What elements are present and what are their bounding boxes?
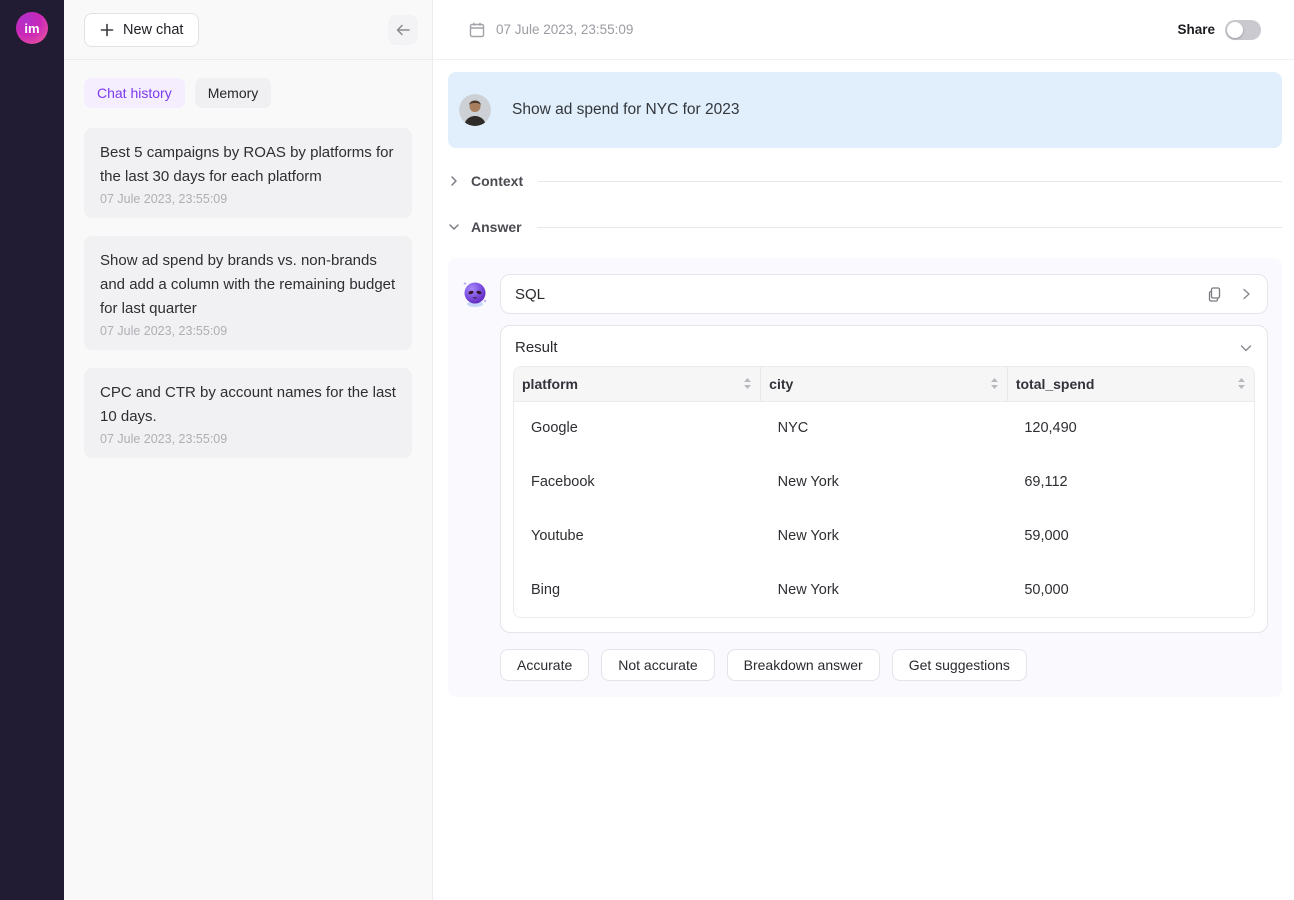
answer-section-label: Answer [471,219,522,235]
section-rule [538,181,1282,182]
context-section-toggle[interactable]: Context [448,173,1282,189]
app-root: im New chat Chat history Memory Best [0,0,1294,900]
column-label: platform [522,376,578,392]
chat-history-title: Show ad spend by brands vs. non-brands a… [100,249,396,321]
cell-platform: Google [514,401,761,455]
get-suggestions-button[interactable]: Get suggestions [892,649,1027,681]
chat-history-item[interactable]: Best 5 campaigns by ROAS by platforms fo… [84,128,412,218]
sidebar-tabs: Chat history Memory [64,60,432,108]
chevron-down-icon [1239,341,1253,355]
app-logo[interactable]: im [16,12,48,44]
new-chat-label: New chat [123,22,183,38]
conversation-date-wrap: 07 Jule 2023, 23:55:09 [468,21,633,39]
app-logo-text: im [24,21,39,36]
answer-section-toggle[interactable]: Answer [448,219,1282,235]
table-row: Youtube New York 59,000 [514,509,1254,563]
conversation-main: 07 Jule 2023, 23:55:09 Share [433,0,1294,900]
context-section-label: Context [471,173,523,189]
result-panel-title: Result [515,339,558,356]
cell-total-spend: 59,000 [1007,509,1254,563]
result-panel-header[interactable]: Result [501,326,1267,366]
sort-icon [1237,377,1246,390]
cell-city: New York [761,455,1008,509]
sidebar-header: New chat [64,0,432,60]
column-label: total_spend [1016,376,1095,392]
chat-history-item[interactable]: CPC and CTR by account names for the las… [84,368,412,458]
chat-history-item[interactable]: Show ad spend by brands vs. non-brands a… [84,236,412,350]
conversation-date: 07 Jule 2023, 23:55:09 [496,22,633,37]
cell-platform: Youtube [514,509,761,563]
section-rule [537,227,1282,228]
plus-icon [100,23,114,37]
breakdown-answer-button[interactable]: Breakdown answer [727,649,880,681]
cell-total-spend: 50,000 [1007,563,1254,617]
chevron-right-icon[interactable] [1239,287,1253,301]
new-chat-button[interactable]: New chat [84,13,199,47]
cell-city: NYC [761,401,1008,455]
conversation-header: 07 Jule 2023, 23:55:09 Share [433,0,1294,60]
copy-icon[interactable] [1206,286,1223,303]
result-panel: Result [500,325,1268,633]
brand-rail: im [0,0,64,900]
chat-history-title: Best 5 campaigns by ROAS by platforms fo… [100,141,396,189]
share-label: Share [1177,22,1215,37]
chat-sidebar: New chat Chat history Memory Best 5 camp… [64,0,433,900]
table-row: Facebook New York 69,112 [514,455,1254,509]
share-toggle[interactable] [1225,20,1261,40]
table-row: Google NYC 120,490 [514,401,1254,455]
column-header-platform[interactable]: platform [514,367,761,401]
chevron-down-icon [448,221,460,233]
conversation-content: Show ad spend for NYC for 2023 Context A… [433,60,1294,697]
tab-chat-history[interactable]: Chat history [84,78,185,108]
assistant-avatar [461,280,489,308]
chat-history-timestamp: 07 Jule 2023, 23:55:09 [100,324,396,338]
result-table: platform [513,366,1255,618]
column-header-city[interactable]: city [761,367,1008,401]
arrow-left-icon [394,21,412,39]
cell-total-spend: 69,112 [1007,455,1254,509]
sort-icon [990,377,999,390]
column-header-total-spend[interactable]: total_spend [1007,367,1254,401]
share-toggle-knob [1227,22,1243,38]
user-message: Show ad spend for NYC for 2023 [448,72,1282,148]
tab-memory[interactable]: Memory [195,78,272,108]
not-accurate-button[interactable]: Not accurate [601,649,714,681]
calendar-icon [468,21,486,39]
chat-history-timestamp: 07 Jule 2023, 23:55:09 [100,432,396,446]
cell-city: New York [761,509,1008,563]
cell-platform: Bing [514,563,761,617]
sort-icon [743,377,752,390]
feedback-actions: Accurate Not accurate Breakdown answer G… [500,649,1268,681]
answer-card: SQL [448,258,1282,697]
share-control: Share [1177,20,1261,40]
accurate-button[interactable]: Accurate [500,649,589,681]
user-message-text: Show ad spend for NYC for 2023 [512,101,739,119]
cell-total-spend: 120,490 [1007,401,1254,455]
user-avatar [459,94,491,126]
column-label: city [769,376,793,392]
sql-panel-label: SQL [515,286,545,303]
chat-history-title: CPC and CTR by account names for the las… [100,381,396,429]
table-header-row: platform [514,367,1254,401]
sql-panel-header[interactable]: SQL [500,274,1268,314]
chat-history-list: Best 5 campaigns by ROAS by platforms fo… [64,108,432,458]
chat-history-timestamp: 07 Jule 2023, 23:55:09 [100,192,396,206]
cell-city: New York [761,563,1008,617]
table-row: Bing New York 50,000 [514,563,1254,617]
chevron-right-icon [448,175,460,187]
cell-platform: Facebook [514,455,761,509]
collapse-sidebar-button[interactable] [388,15,418,45]
